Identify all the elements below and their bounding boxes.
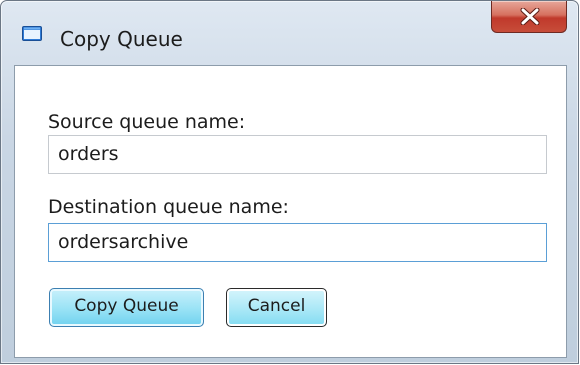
destination-queue-input[interactable]: ordersarchive: [48, 223, 547, 262]
source-queue-label: Source queue name:: [48, 111, 246, 133]
destination-queue-label: Destination queue name:: [48, 196, 289, 218]
title-bar[interactable]: Copy Queue: [1, 1, 578, 51]
cancel-button[interactable]: Cancel: [226, 288, 327, 327]
window-title: Copy Queue: [60, 27, 183, 51]
dialog-content: Source queue name: orders Destination qu…: [14, 65, 567, 358]
screen: Copy Queue Source queue name: orders Des…: [0, 0, 580, 365]
close-icon: [520, 8, 540, 25]
copy-queue-dialog: Copy Queue Source queue name: orders Des…: [0, 0, 579, 364]
app-window-icon: [22, 26, 42, 41]
close-button[interactable]: [491, 1, 567, 33]
source-queue-input[interactable]: orders: [48, 135, 547, 174]
copy-queue-button[interactable]: Copy Queue: [49, 288, 204, 327]
